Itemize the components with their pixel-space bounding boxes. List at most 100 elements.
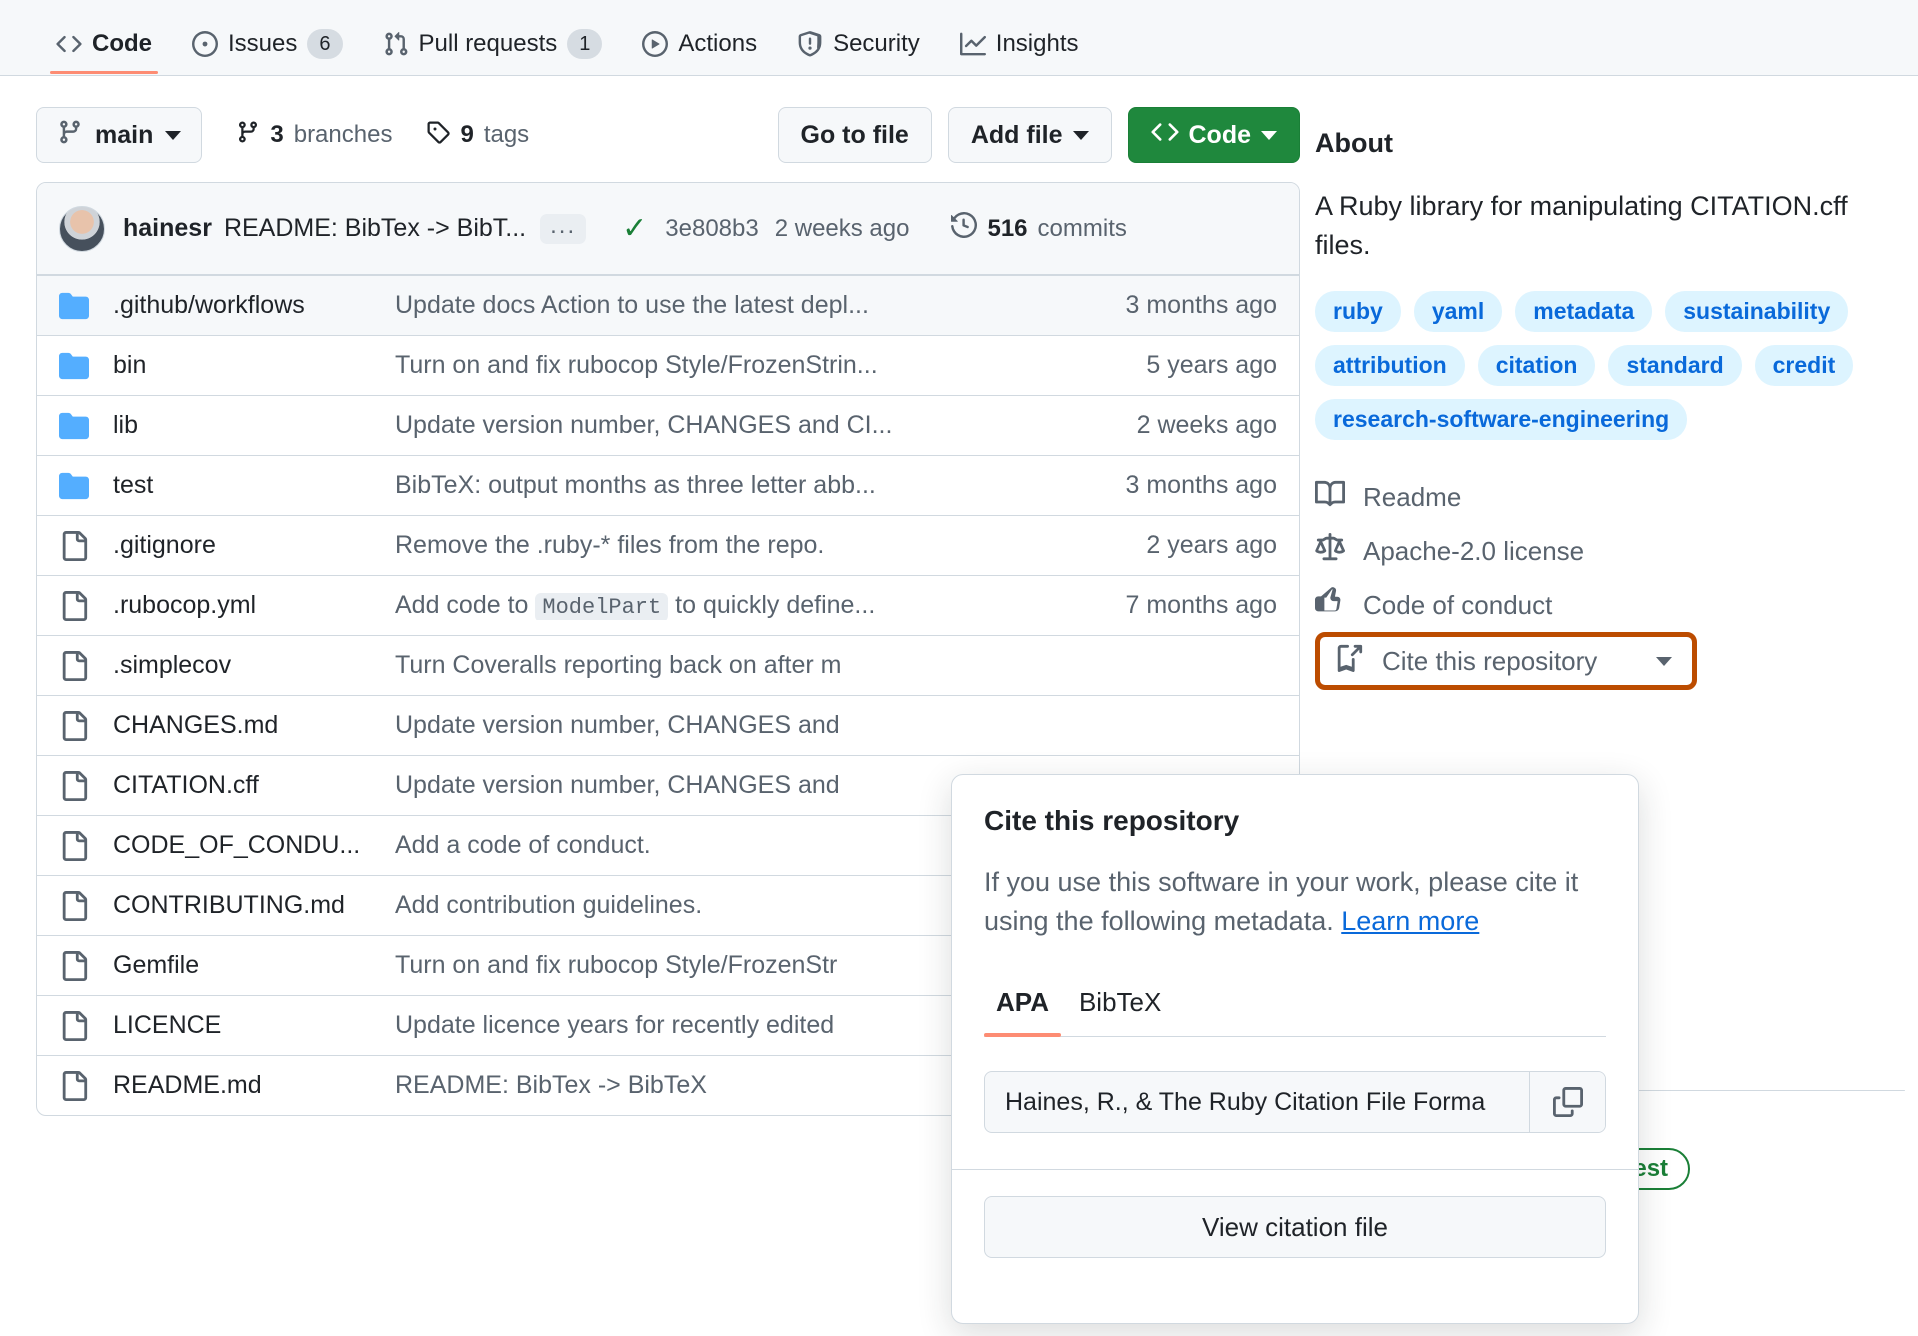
- code-of-conduct-link[interactable]: Code of conduct: [1315, 582, 1905, 628]
- file-name[interactable]: .github/workflows: [113, 291, 395, 320]
- git-pull-request-icon: [383, 31, 409, 57]
- expand-commit-message-button[interactable]: ...: [540, 214, 586, 244]
- folder-icon: [59, 351, 93, 381]
- branch-selector-button[interactable]: main: [36, 107, 202, 163]
- code-of-conduct-label: Code of conduct: [1363, 590, 1552, 621]
- repo-toolbar: main 3 branches 9 tags Go to file: [36, 100, 1300, 170]
- nav-tab-issues-label: Issues: [228, 32, 297, 56]
- about-heading: About: [1315, 128, 1905, 159]
- copy-icon[interactable]: [1529, 1072, 1605, 1132]
- branch-name-label: main: [95, 121, 153, 150]
- readme-label: Readme: [1363, 482, 1461, 513]
- table-row[interactable]: .simplecov Turn Coveralls reporting back…: [37, 635, 1299, 695]
- popup-footer: View citation file: [952, 1169, 1638, 1284]
- cite-this-repository-popup: Cite this repository If you use this sof…: [951, 774, 1639, 1324]
- tab-apa[interactable]: APA: [984, 987, 1061, 1036]
- topic-tag[interactable]: standard: [1608, 345, 1741, 386]
- file-commit-message[interactable]: Add code to ModelPart to quickly define.…: [395, 591, 1065, 620]
- code-icon: [1151, 118, 1179, 153]
- file-name[interactable]: CHANGES.md: [113, 711, 395, 740]
- commit-sha[interactable]: 3e808b3: [665, 215, 758, 243]
- tags-link[interactable]: 9 tags: [426, 120, 529, 151]
- nav-tab-pull-requests-label: Pull requests: [419, 32, 558, 56]
- chevron-down-icon: [1656, 657, 1672, 666]
- file-name[interactable]: bin: [113, 351, 395, 380]
- avatar[interactable]: [59, 206, 105, 252]
- tab-bibtex[interactable]: BibTeX: [1067, 987, 1173, 1036]
- file-icon: [59, 831, 93, 861]
- topic-tag[interactable]: sustainability: [1665, 291, 1848, 332]
- file-name[interactable]: LICENCE: [113, 1011, 395, 1040]
- commits-history-link[interactable]: 516 commits: [951, 212, 1126, 245]
- inline-code: ModelPart: [535, 593, 668, 620]
- cite-button-label: Cite this repository: [1382, 646, 1597, 677]
- nav-tab-security[interactable]: Security: [781, 0, 936, 74]
- file-commit-message[interactable]: Remove the .ruby-* files from the repo.: [395, 531, 1065, 560]
- graph-icon: [960, 31, 986, 57]
- add-file-button[interactable]: Add file: [948, 107, 1112, 163]
- topic-tag[interactable]: credit: [1755, 345, 1854, 386]
- file-commit-message[interactable]: Turn Coveralls reporting back on after m: [395, 651, 1065, 680]
- file-commit-message[interactable]: Update docs Action to use the latest dep…: [395, 291, 1065, 320]
- topic-tag[interactable]: attribution: [1315, 345, 1465, 386]
- table-row[interactable]: .rubocop.yml Add code to ModelPart to qu…: [37, 575, 1299, 635]
- file-name[interactable]: .rubocop.yml: [113, 591, 395, 620]
- go-to-file-button[interactable]: Go to file: [778, 107, 932, 163]
- file-icon: [59, 771, 93, 801]
- play-icon: [642, 31, 668, 57]
- file-date: 5 years ago: [1065, 351, 1277, 380]
- file-name[interactable]: README.md: [113, 1071, 395, 1100]
- table-row[interactable]: bin Turn on and fix rubocop Style/Frozen…: [37, 335, 1299, 395]
- pull-requests-count-badge: 1: [567, 29, 602, 59]
- checks-passed-icon[interactable]: ✓: [622, 214, 647, 244]
- file-name[interactable]: CITATION.cff: [113, 771, 395, 800]
- file-name[interactable]: .simplecov: [113, 651, 395, 680]
- topic-tag[interactable]: research-software-engineering: [1315, 399, 1687, 440]
- folder-icon: [59, 291, 93, 321]
- nav-tab-code[interactable]: Code: [40, 0, 168, 74]
- learn-more-link[interactable]: Learn more: [1341, 906, 1479, 936]
- view-citation-file-button[interactable]: View citation file: [984, 1196, 1606, 1258]
- commit-message[interactable]: README: BibTex -> BibT...: [224, 214, 526, 243]
- branches-link[interactable]: 3 branches: [236, 120, 392, 151]
- table-row[interactable]: .github/workflows Update docs Action to …: [37, 275, 1299, 335]
- nav-tab-issues[interactable]: Issues 6: [176, 0, 359, 74]
- file-name[interactable]: lib: [113, 411, 395, 440]
- code-download-button[interactable]: Code: [1128, 107, 1301, 163]
- table-row[interactable]: lib Update version number, CHANGES and C…: [37, 395, 1299, 455]
- topic-tag[interactable]: ruby: [1315, 291, 1401, 332]
- cite-this-repository-button[interactable]: Cite this repository: [1315, 632, 1697, 690]
- file-name[interactable]: CODE_OF_CONDU...: [113, 831, 395, 860]
- citation-text-field[interactable]: Haines, R., & The Ruby Citation File For…: [984, 1071, 1606, 1133]
- repo-nav: Code Issues 6 Pull requests 1 Actions: [0, 0, 1918, 76]
- table-row[interactable]: test BibTeX: output months as three lett…: [37, 455, 1299, 515]
- topic-tag[interactable]: metadata: [1515, 291, 1652, 332]
- chevron-down-icon: [165, 131, 181, 140]
- table-row[interactable]: .gitignore Remove the .ruby-* files from…: [37, 515, 1299, 575]
- commit-author[interactable]: hainesr: [123, 214, 212, 243]
- table-row[interactable]: CHANGES.md Update version number, CHANGE…: [37, 695, 1299, 755]
- file-commit-message[interactable]: Update version number, CHANGES and: [395, 711, 1065, 740]
- file-name[interactable]: Gemfile: [113, 951, 395, 980]
- code-icon: [56, 31, 82, 57]
- file-commit-message[interactable]: BibTeX: output months as three letter ab…: [395, 471, 1065, 500]
- nav-tab-insights[interactable]: Insights: [944, 0, 1095, 74]
- about-sidebar: About A Ruby library for manipulating CI…: [1315, 128, 1905, 690]
- readme-link[interactable]: Readme: [1315, 474, 1905, 520]
- file-name[interactable]: .gitignore: [113, 531, 395, 560]
- topic-tag[interactable]: yaml: [1414, 291, 1502, 332]
- citation-value: Haines, R., & The Ruby Citation File For…: [985, 1072, 1529, 1132]
- nav-tab-pull-requests[interactable]: Pull requests 1: [367, 0, 619, 74]
- file-commit-message[interactable]: Turn on and fix rubocop Style/FrozenStri…: [395, 351, 1065, 380]
- tag-icon: [426, 120, 450, 151]
- file-commit-message[interactable]: Update version number, CHANGES and CI...: [395, 411, 1065, 440]
- branches-count: 3: [270, 121, 283, 149]
- popup-description-text: If you use this software in your work, p…: [984, 867, 1578, 936]
- chevron-down-icon: [1261, 131, 1277, 140]
- file-name[interactable]: CONTRIBUTING.md: [113, 891, 395, 920]
- file-name[interactable]: test: [113, 471, 395, 500]
- nav-tab-actions[interactable]: Actions: [626, 0, 773, 74]
- topic-tag[interactable]: citation: [1478, 345, 1596, 386]
- license-link[interactable]: Apache-2.0 license: [1315, 528, 1905, 574]
- code-of-conduct-icon: [1315, 587, 1345, 624]
